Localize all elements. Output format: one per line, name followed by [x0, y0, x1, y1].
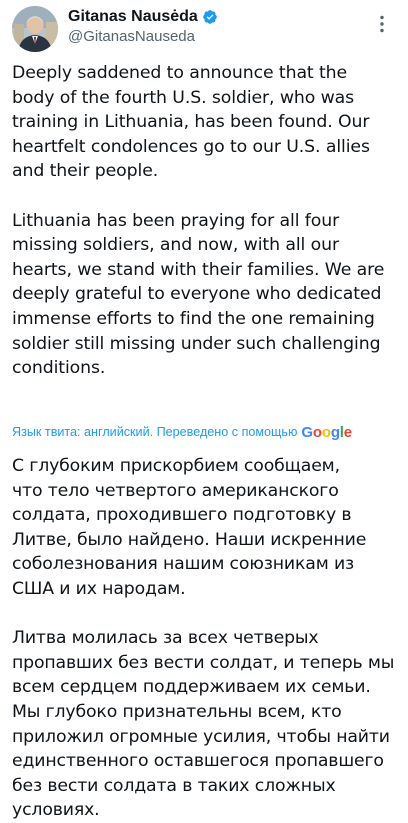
avatar-photo-icon: [12, 6, 58, 52]
author-info: Gitanas Nausėda @GitanasNauseda: [68, 7, 218, 47]
translation-note: Язык твита: английский. Переведено с пом…: [12, 425, 298, 439]
author-name[interactable]: Gitanas Nausėda: [68, 8, 198, 26]
tweet-header: Gitanas Nausėda @GitanasNauseda: [12, 6, 396, 52]
tweet-text: Deeply saddened to announce that the bod…: [12, 63, 385, 379]
translation-attribution[interactable]: Язык твита: английский. Переведено с пом…: [12, 423, 352, 441]
more-vertical-icon: [380, 15, 384, 33]
google-logo: Google: [301, 423, 352, 441]
translated-tweet-text: С глубоким прискорбием сообщаем, что тел…: [12, 456, 395, 821]
author-name-row: Gitanas Nausėda: [68, 7, 218, 27]
verified-badge-icon: [202, 9, 218, 25]
more-options-button[interactable]: [372, 14, 392, 34]
author-handle[interactable]: @GitanasNauseda: [68, 28, 218, 45]
avatar[interactable]: [12, 6, 58, 52]
